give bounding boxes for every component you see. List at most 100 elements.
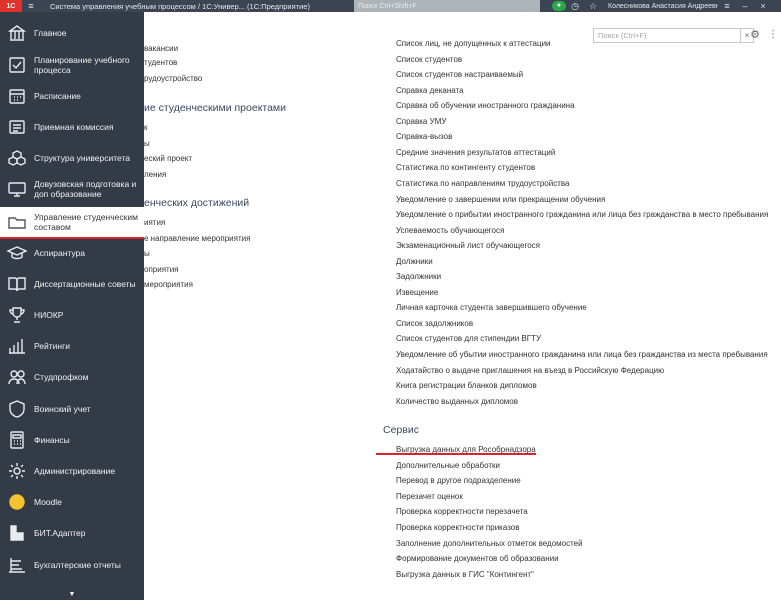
report-link[interactable]: Средние значения результатов аттестаций (396, 148, 555, 157)
report-link[interactable]: Статистика по контингенту студентов (396, 163, 535, 172)
history-icon[interactable]: ◷ (566, 1, 584, 12)
sidebar-item-graduation-cap[interactable]: Аспирантура (0, 238, 144, 268)
report-link[interactable]: Ходатайство о выдаче приглашения на въез… (396, 366, 664, 375)
menu-link[interactable]: ы (144, 139, 150, 148)
service-link[interactable]: Перевод в другое подразделение (396, 476, 521, 485)
service-link[interactable]: Выгрузка данных для Рособрнадзора (396, 445, 536, 454)
sidebar-item-calendar[interactable]: Расписание (0, 81, 144, 111)
building-icon (0, 18, 34, 48)
global-search-input[interactable]: Поиск Ctrl+Shift+F (354, 0, 540, 12)
calculator-icon (0, 425, 34, 455)
sidebar-item-label: НИОКР (34, 310, 64, 320)
report-link[interactable]: Уведомление о прибытии иностранного граж… (396, 210, 768, 219)
more-icon[interactable]: ⋮ (768, 28, 778, 43)
sidebar-item-shield[interactable]: Воинский учет (0, 394, 144, 424)
menu-link[interactable]: к (144, 123, 148, 132)
sidebar-item-bit-adapter[interactable]: БИТ.Адаптер (0, 518, 144, 548)
sidebar-item-label: Администрирование (34, 466, 116, 476)
sidebar-item-calculator[interactable]: Финансы (0, 425, 144, 455)
service-link[interactable]: Выгрузка данных в ГИС "Контингент" (396, 570, 534, 579)
report-link[interactable]: Книга регистрации бланков дипломов (396, 381, 537, 390)
menu-link[interactable]: рудоустройство (144, 74, 202, 83)
report-link[interactable]: Количество выданных дипломов (396, 397, 518, 406)
sidebar-item-label: Расписание (34, 91, 81, 101)
gear-icon (0, 456, 34, 486)
report-link[interactable]: Справка об обучении иностранного граждан… (396, 101, 575, 110)
service-link[interactable]: Формирование документов об образовании (396, 554, 559, 563)
report-link[interactable]: Справка УМУ (396, 117, 446, 126)
report-link[interactable]: Список задолжников (396, 319, 473, 328)
star-icon[interactable]: ☆ (584, 1, 602, 12)
report-link[interactable]: Уведомление о завершении или прекращении… (396, 195, 605, 204)
panel-search-input[interactable]: Поиск (Ctrl+F) (593, 28, 741, 43)
gear-icon[interactable]: ⚙ (748, 28, 762, 43)
sidebar-item-label: Бухгалтерские отчеты (34, 560, 121, 570)
main-panel: Поиск (Ctrl+F) × ⚙ ⋮ вакансии тудентов руд… (144, 12, 781, 600)
sidebar-item-list[interactable]: Приемная комиссия (0, 112, 144, 142)
report-link[interactable]: Справка-вызов (396, 132, 452, 141)
menu-link[interactable]: мероприятия (144, 280, 193, 289)
sidebar-item-people[interactable]: Студпрофком (0, 362, 144, 392)
report-link[interactable]: Задолжники (396, 272, 441, 281)
settings-icon[interactable]: ≡ (718, 1, 736, 11)
sidebar-item-checklist[interactable]: Планирование учебного процесса (0, 50, 144, 80)
people-icon (0, 362, 34, 392)
graduation-cap-icon (0, 238, 34, 268)
minimize-icon[interactable]: – (736, 1, 754, 11)
section-sidebar: Главное Планирование учебного процесса Рас… (0, 12, 144, 600)
menu-link[interactable]: ы (144, 249, 150, 258)
report-link[interactable]: Уведомление об убытии иностранного гражд… (396, 350, 768, 359)
scroll-down-icon[interactable]: ▼ (0, 591, 144, 600)
service-link[interactable]: Проверка корректности перезачета (396, 507, 528, 516)
report-link[interactable]: Должники (396, 257, 433, 266)
list-icon (0, 112, 34, 142)
report-link[interactable]: Экзаменационный лист обучающегося (396, 241, 540, 250)
current-user[interactable]: Колесникова Анастасия Андреевна (602, 3, 718, 10)
menu-link[interactable]: еский проект (144, 154, 192, 163)
sidebar-item-monitor[interactable]: Довузовская подготовка и доп образование (0, 174, 144, 204)
sidebar-item-label: Студпрофком (34, 372, 89, 382)
calendar-icon (0, 81, 34, 111)
menu-link[interactable]: е направление мероприятия (144, 234, 250, 243)
sidebar-item-book[interactable]: Диссертационные советы (0, 269, 144, 299)
sidebar-item-folder[interactable]: Управление студенческим составом (0, 207, 144, 237)
service-link[interactable]: Дополнительные обработки (396, 461, 500, 470)
menu-link[interactable]: иятия (144, 218, 165, 227)
service-heading: Сервис (383, 424, 419, 436)
service-link[interactable]: Перезачет оценок (396, 492, 463, 501)
sidebar-item-gear[interactable]: Администрирование (0, 456, 144, 486)
menu-link[interactable]: оприятия (144, 265, 179, 274)
menu-icon[interactable]: ≡ (22, 1, 40, 11)
report-link[interactable]: Успеваемость обучающегося (396, 226, 504, 235)
sidebar-item-label: Рейтинги (34, 341, 70, 351)
section-heading: енческих достижений (144, 197, 250, 209)
sidebar-item-cubes[interactable]: Структура университета (0, 143, 144, 173)
report-link[interactable]: Извещение (396, 288, 438, 297)
sidebar-item-building[interactable]: Главное (0, 18, 144, 48)
sidebar-item-trophy[interactable]: НИОКР (0, 300, 144, 330)
trophy-icon (0, 300, 34, 330)
sidebar-item-label: Структура университета (34, 153, 131, 163)
close-icon[interactable]: × (754, 1, 772, 11)
report-link[interactable]: Личная карточка студента завершившего об… (396, 303, 587, 312)
report-link[interactable]: Статистика по направлениям трудоустройст… (396, 179, 569, 188)
sidebar-item-bar-chart[interactable]: Рейтинги (0, 331, 144, 361)
service-link[interactable]: Заполнение дополнительных отметок ведомо… (396, 539, 583, 548)
report-link[interactable]: Список лиц, не допущенных к аттестации (396, 39, 551, 48)
report-link[interactable]: Список студентов (396, 55, 462, 64)
sidebar-item-label: Планирование учебного процесса (34, 55, 130, 75)
service-link[interactable]: Проверка корректности приказов (396, 523, 519, 532)
report-icon (0, 550, 34, 580)
menu-link[interactable]: ления (144, 170, 166, 179)
menu-link[interactable]: вакансии (144, 44, 178, 53)
sidebar-item-moodle[interactable]: Moodle (0, 487, 144, 517)
sidebar-item-label: Довузовская подготовка и доп образование (34, 179, 137, 199)
notification-icon[interactable]: ● (552, 1, 566, 11)
cubes-icon (0, 143, 34, 173)
report-link[interactable]: Список студентов для стипендии ВГТУ (396, 334, 541, 343)
report-link[interactable]: Справка деканата (396, 86, 464, 95)
sidebar-item-report[interactable]: Бухгалтерские отчеты (0, 550, 144, 580)
window-title: Система управления учебным процессом / 1… (50, 1, 310, 11)
report-link[interactable]: Список студентов настраиваемый (396, 70, 523, 79)
menu-link[interactable]: тудентов (144, 58, 177, 67)
